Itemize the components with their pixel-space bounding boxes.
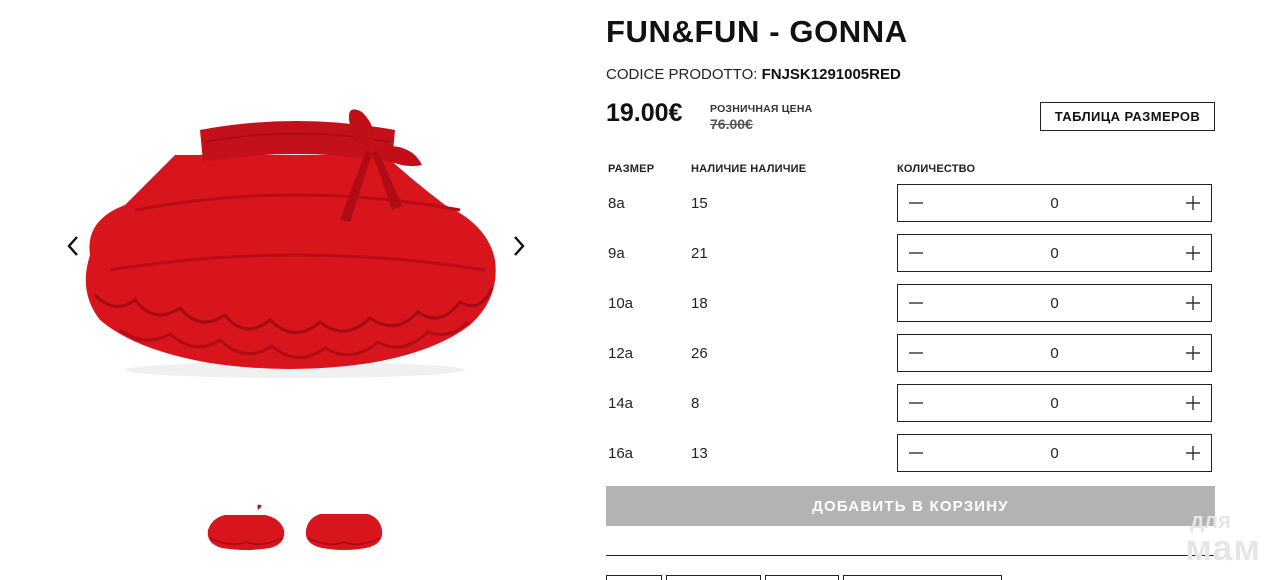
row-availability: 15: [691, 195, 708, 212]
plus-button[interactable]: [1175, 385, 1211, 421]
row-availability: 21: [691, 245, 708, 262]
tab-4[interactable]: [843, 575, 1002, 580]
size-row: 10a 18: [606, 284, 1216, 334]
quantity-input[interactable]: [934, 335, 1175, 371]
size-row: 8a 15: [606, 184, 1216, 234]
retail-price-value: 76.00€: [710, 116, 753, 132]
minus-button[interactable]: [898, 435, 934, 471]
watermark-line-2: мам: [1185, 527, 1261, 568]
product-price: 19.00€: [606, 99, 683, 127]
plus-button[interactable]: [1175, 285, 1211, 321]
header-quantity: КОЛИЧЕСТВО: [897, 163, 976, 175]
plus-icon: [1186, 396, 1200, 410]
row-size: 8a: [608, 195, 625, 212]
header-size: РАЗМЕР: [608, 163, 655, 175]
minus-icon: [909, 302, 923, 304]
row-availability: 8: [691, 395, 700, 412]
size-row: 16a 13: [606, 434, 1216, 484]
plus-button[interactable]: [1175, 185, 1211, 221]
chevron-left-icon: [67, 236, 78, 256]
plus-icon: [1186, 196, 1200, 210]
size-rows: 8a 15 9a 21 10a 18: [606, 184, 1216, 484]
size-row: 9a 21: [606, 234, 1216, 284]
row-availability: 13: [691, 445, 708, 462]
plus-button[interactable]: [1175, 435, 1211, 471]
quantity-input[interactable]: [934, 385, 1175, 421]
minus-icon: [909, 202, 923, 204]
quantity-stepper: [897, 234, 1212, 272]
size-table-header: РАЗМЕР НАЛИЧИЕ НАЛИЧИЕ КОЛИЧЕСТВО: [606, 163, 1216, 177]
quantity-stepper: [897, 434, 1212, 472]
gallery-next-button[interactable]: [504, 226, 534, 266]
info-tabs: [606, 575, 1216, 580]
size-table-button[interactable]: ТАБЛИЦА РАЗМЕРОВ: [1040, 102, 1215, 131]
size-row: 12a 26: [606, 334, 1216, 384]
minus-icon: [909, 452, 923, 454]
minus-button[interactable]: [898, 335, 934, 371]
plus-icon: [1186, 446, 1200, 460]
tab-2[interactable]: [666, 575, 761, 580]
row-availability: 18: [691, 295, 708, 312]
plus-icon: [1186, 296, 1200, 310]
row-size: 10a: [608, 295, 634, 312]
quantity-input[interactable]: [934, 235, 1175, 271]
minus-icon: [909, 252, 923, 254]
quantity-stepper: [897, 384, 1212, 422]
chevron-right-icon: [514, 236, 525, 256]
minus-icon: [909, 402, 923, 404]
thumbnail-2[interactable]: [298, 488, 390, 564]
plus-button[interactable]: [1175, 235, 1211, 271]
product-gallery: [0, 0, 590, 580]
tab-1[interactable]: [606, 575, 662, 580]
divider: [606, 555, 1215, 556]
row-size: 14a: [608, 395, 634, 412]
tab-3[interactable]: [765, 575, 839, 580]
product-info: FUN&FUN - GONNA CODICE PRODOTTO: FNJSK12…: [606, 0, 1216, 580]
plus-icon: [1186, 346, 1200, 360]
retail-price-label: РОЗНИЧНАЯ ЦЕНА: [710, 103, 813, 115]
minus-icon: [909, 352, 923, 354]
plus-button[interactable]: [1175, 335, 1211, 371]
quantity-stepper: [897, 184, 1212, 222]
plus-icon: [1186, 246, 1200, 260]
minus-button[interactable]: [898, 235, 934, 271]
gallery-prev-button[interactable]: [58, 226, 88, 266]
header-availability: НАЛИЧИЕ НАЛИЧИЕ: [691, 163, 807, 175]
minus-button[interactable]: [898, 285, 934, 321]
row-size: 16a: [608, 445, 634, 462]
quantity-input[interactable]: [934, 185, 1175, 221]
product-code-label: CODICE PRODOTTO:: [606, 66, 758, 83]
thumbnail-1[interactable]: [200, 488, 292, 564]
product-code: CODICE PRODOTTO: FNJSK1291005RED: [606, 66, 901, 83]
minus-button[interactable]: [898, 385, 934, 421]
add-to-cart-button[interactable]: ДОБАВИТЬ В КОРЗИНУ: [606, 486, 1215, 526]
size-row: 14a 8: [606, 384, 1216, 434]
quantity-stepper: [897, 284, 1212, 322]
thumbnail-strip: [200, 488, 390, 564]
row-size: 9a: [608, 245, 625, 262]
site-watermark: для мам: [1165, 508, 1265, 568]
product-main-image[interactable]: [40, 30, 540, 460]
quantity-stepper: [897, 334, 1212, 372]
quantity-input[interactable]: [934, 435, 1175, 471]
product-title: FUN&FUN - GONNA: [606, 14, 908, 49]
retail-price-block: РОЗНИЧНАЯ ЦЕНА 76.00€: [710, 103, 812, 132]
row-availability: 26: [691, 345, 708, 362]
quantity-input[interactable]: [934, 285, 1175, 321]
row-size: 12a: [608, 345, 634, 362]
product-code-value: FNJSK1291005RED: [761, 66, 901, 83]
minus-button[interactable]: [898, 185, 934, 221]
